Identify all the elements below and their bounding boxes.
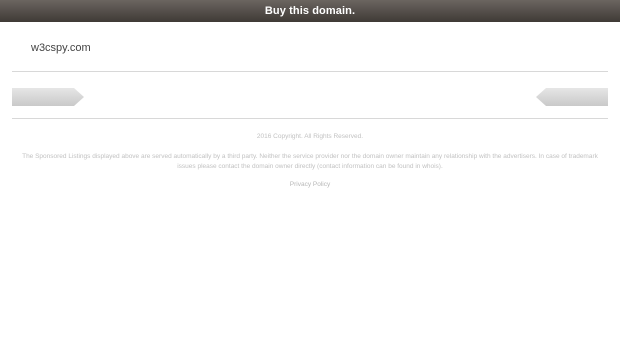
header-divider [12,71,608,72]
top-banner: Buy this domain. [0,0,620,22]
content-divider [12,118,608,119]
left-arrow-graphic [12,88,84,106]
domain-title: w3cspy.com [31,42,91,54]
copyright-text: 2016 Copyright. All Rights Reserved. [256,133,364,140]
disclaimer-text: The Sponsored Listings displayed above a… [22,153,598,170]
privacy-policy-link[interactable]: Privacy Policy [0,181,620,188]
right-arrow-graphic [536,88,608,106]
buy-domain-link[interactable]: Buy this domain. [265,5,355,17]
